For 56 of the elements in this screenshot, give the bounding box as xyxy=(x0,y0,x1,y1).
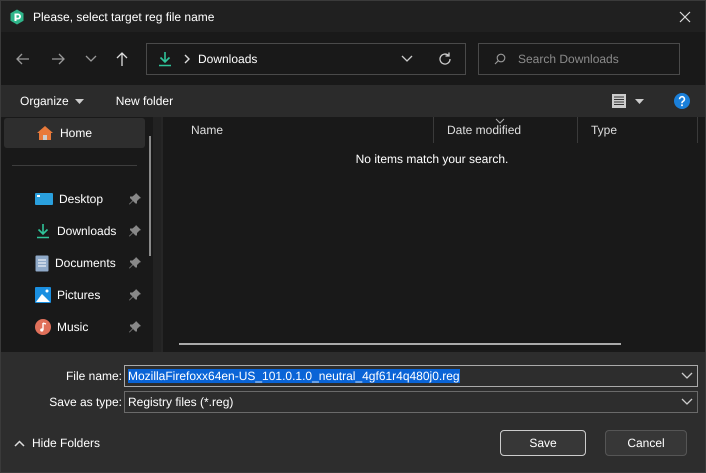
search-icon xyxy=(494,52,506,64)
sidebar-label: Documents xyxy=(55,256,116,270)
chevron-down-icon[interactable] xyxy=(85,54,97,62)
sidebar-item[interactable]: Documents xyxy=(1,247,143,279)
back-arrow-icon[interactable] xyxy=(15,50,31,66)
new-folder-button[interactable]: New folder xyxy=(106,90,182,112)
document-icon xyxy=(35,254,49,272)
sidebar-label: Downloads xyxy=(57,224,116,238)
picture-icon xyxy=(35,287,51,303)
chevron-down-icon xyxy=(681,398,693,406)
music-note-icon xyxy=(35,319,51,335)
search-field[interactable]: Search Downloads xyxy=(478,42,680,74)
scrollbar[interactable] xyxy=(149,136,151,256)
close-icon xyxy=(679,10,691,22)
breadcrumb-item[interactable]: Downloads xyxy=(198,52,258,66)
caret-down-icon[interactable] xyxy=(635,98,644,104)
cancel-button[interactable]: Cancel xyxy=(605,430,687,456)
field-label: File name: xyxy=(64,369,123,383)
chevron-down-icon xyxy=(681,372,693,380)
chevron-down-icon[interactable] xyxy=(401,54,413,62)
empty-message: No items match your search. xyxy=(354,152,510,166)
app-logo-icon xyxy=(9,8,25,24)
hide-folders-button[interactable]: Hide Folders xyxy=(1,435,106,451)
chevron-up-icon xyxy=(14,440,25,446)
address-bar[interactable]: Downloads xyxy=(146,42,466,74)
help-icon[interactable] xyxy=(674,93,690,109)
column-header[interactable]: Date modified xyxy=(434,117,578,143)
organize-menu[interactable]: Organize xyxy=(11,90,93,112)
window-title: Please, select target reg file name xyxy=(33,10,214,24)
sidebar-item[interactable]: Desktop xyxy=(1,183,143,215)
sort-caret-icon xyxy=(495,118,505,124)
download-arrow-icon xyxy=(35,223,51,239)
up-arrow-icon[interactable] xyxy=(114,50,130,66)
column-header[interactable]: Type xyxy=(578,117,698,143)
scrollbar[interactable] xyxy=(179,343,621,345)
home-icon xyxy=(36,125,54,141)
forward-arrow-icon[interactable] xyxy=(50,50,66,66)
caret-down-icon xyxy=(74,98,84,104)
monitor-icon xyxy=(35,192,53,206)
sidebar-label: Desktop xyxy=(59,192,104,206)
column-header[interactable]: Name xyxy=(178,117,434,143)
file-type-dropdown[interactable]: Registry files (*.reg) xyxy=(124,391,698,413)
download-arrow-icon xyxy=(157,50,173,66)
refresh-icon[interactable] xyxy=(437,50,453,66)
list-view-icon[interactable] xyxy=(611,93,627,109)
sidebar-label: Home xyxy=(60,126,92,140)
file-name-field[interactable]: MozillaFirefoxx64en-US_101.0.1.0_neutral_4gf61r4q480j0.reg xyxy=(124,365,698,387)
chevron-right-icon xyxy=(183,54,191,64)
sidebar-item[interactable]: Pictures xyxy=(1,279,143,311)
save-button[interactable]: Save xyxy=(500,430,586,456)
sidebar-item[interactable]: Music xyxy=(1,311,143,343)
sidebar-item[interactable]: Downloads xyxy=(1,215,143,247)
sidebar-item[interactable]: Home xyxy=(4,118,145,148)
sidebar-label: Pictures xyxy=(57,288,100,302)
field-label: Save as type: xyxy=(48,395,123,409)
sidebar-label: Music xyxy=(57,320,88,334)
